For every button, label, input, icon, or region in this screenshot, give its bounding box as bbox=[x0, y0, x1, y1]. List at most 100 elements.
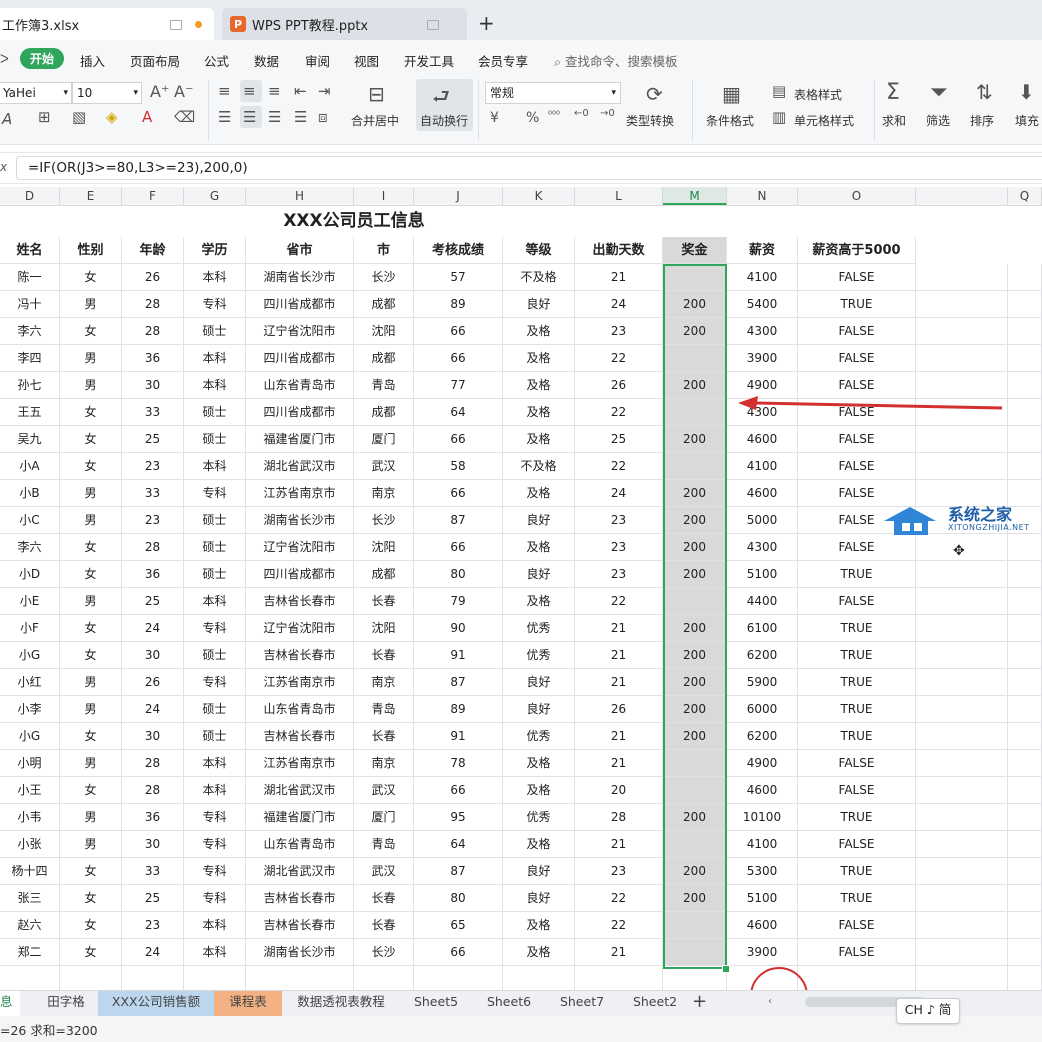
table-cell[interactable]: 男 bbox=[60, 372, 122, 399]
sheet-tab[interactable]: 信息 bbox=[0, 991, 20, 1017]
empty-cell[interactable] bbox=[916, 858, 1008, 885]
table-cell[interactable]: 山东省青岛市 bbox=[246, 696, 354, 723]
table-cell[interactable] bbox=[663, 750, 727, 777]
distribute-icon[interactable]: ⧈ bbox=[318, 108, 328, 126]
empty-cell[interactable] bbox=[1008, 750, 1042, 777]
table-cell[interactable]: 36 bbox=[122, 804, 184, 831]
column-header-col-l[interactable]: L bbox=[575, 187, 663, 205]
table-cell[interactable]: 66 bbox=[414, 480, 503, 507]
table-cell[interactable]: 王五 bbox=[0, 399, 60, 426]
table-cell[interactable]: 男 bbox=[60, 669, 122, 696]
table-style-button[interactable]: 表格样式 bbox=[794, 86, 842, 103]
table-cell[interactable]: 女 bbox=[60, 453, 122, 480]
table-cell[interactable]: 23 bbox=[575, 507, 663, 534]
table-cell[interactable]: 及格 bbox=[503, 750, 575, 777]
table-cell[interactable]: 长春 bbox=[354, 885, 414, 912]
table-cell[interactable]: 33 bbox=[122, 480, 184, 507]
table-cell[interactable]: 25 bbox=[122, 426, 184, 453]
menu-developer[interactable]: 开发工具 bbox=[404, 51, 454, 70]
merge-cells-icon[interactable]: ⊟ bbox=[368, 82, 385, 106]
empty-cell[interactable] bbox=[1008, 696, 1042, 723]
table-cell[interactable]: 4600 bbox=[727, 426, 798, 453]
column-header-col-e[interactable]: E bbox=[60, 187, 122, 205]
table-cell[interactable]: 26 bbox=[575, 696, 663, 723]
align-middle-icon[interactable]: ≡ bbox=[243, 82, 256, 100]
table-cell[interactable]: 91 bbox=[414, 723, 503, 750]
empty-cell[interactable] bbox=[1008, 723, 1042, 750]
table-cell[interactable]: 200 bbox=[663, 426, 727, 453]
table-cell[interactable]: 厦门 bbox=[354, 426, 414, 453]
empty-cell[interactable] bbox=[916, 831, 1008, 858]
increase-decimal-icon[interactable]: ←0 bbox=[574, 108, 589, 119]
table-cell[interactable]: 男 bbox=[60, 588, 122, 615]
table-cell[interactable]: 24 bbox=[122, 615, 184, 642]
table-cell[interactable]: 21 bbox=[575, 642, 663, 669]
table-cell[interactable]: 6100 bbox=[727, 615, 798, 642]
table-cell[interactable]: 28 bbox=[122, 777, 184, 804]
table-cell[interactable]: 25 bbox=[122, 885, 184, 912]
table-cell[interactable]: 5400 bbox=[727, 291, 798, 318]
empty-cell[interactable] bbox=[1008, 912, 1042, 939]
table-cell[interactable]: 6200 bbox=[727, 723, 798, 750]
table-cell[interactable] bbox=[663, 939, 727, 966]
empty-cell[interactable] bbox=[60, 966, 122, 993]
table-cell[interactable]: 良好 bbox=[503, 291, 575, 318]
table-cell[interactable]: 小张 bbox=[0, 831, 60, 858]
menu-review[interactable]: 审阅 bbox=[305, 51, 330, 70]
table-cell[interactable]: 及格 bbox=[503, 777, 575, 804]
table-cell[interactable]: 小G bbox=[0, 723, 60, 750]
table-cell[interactable]: 男 bbox=[60, 696, 122, 723]
table-cell[interactable]: 65 bbox=[414, 912, 503, 939]
table-cell[interactable]: 小王 bbox=[0, 777, 60, 804]
table-cell[interactable]: 吉林省长春市 bbox=[246, 885, 354, 912]
wrap-text-icon[interactable]: ⮐ bbox=[432, 82, 450, 116]
table-cell[interactable]: 4600 bbox=[727, 912, 798, 939]
table-cell[interactable]: 及格 bbox=[503, 480, 575, 507]
table-cell[interactable] bbox=[663, 777, 727, 804]
table-cell[interactable]: TRUE bbox=[798, 885, 916, 912]
menu-member[interactable]: 会员专享 bbox=[478, 51, 528, 70]
table-cell[interactable]: 及格 bbox=[503, 399, 575, 426]
fill-color-icon[interactable]: ◈ bbox=[106, 108, 118, 126]
table-cell[interactable]: 本科 bbox=[184, 264, 246, 291]
header-cell[interactable]: 考核成绩 bbox=[414, 237, 503, 264]
table-cell[interactable]: 优秀 bbox=[503, 804, 575, 831]
table-cell[interactable]: 孙七 bbox=[0, 372, 60, 399]
table-cell[interactable]: 小D bbox=[0, 561, 60, 588]
cell-style-icon[interactable]: ▥ bbox=[772, 108, 786, 126]
menu-view[interactable]: 视图 bbox=[354, 51, 379, 70]
table-cell[interactable]: 28 bbox=[575, 804, 663, 831]
empty-cell[interactable] bbox=[1008, 291, 1042, 318]
table-cell[interactable]: 李六 bbox=[0, 318, 60, 345]
table-cell[interactable]: 硕士 bbox=[184, 696, 246, 723]
table-cell[interactable]: 女 bbox=[60, 939, 122, 966]
header-cell[interactable]: 市 bbox=[354, 237, 414, 264]
table-cell[interactable]: 江苏省南京市 bbox=[246, 750, 354, 777]
table-cell[interactable]: 78 bbox=[414, 750, 503, 777]
table-cell[interactable]: 武汉 bbox=[354, 453, 414, 480]
table-cell[interactable]: 及格 bbox=[503, 588, 575, 615]
empty-cell[interactable] bbox=[916, 939, 1008, 966]
increase-font-icon[interactable]: A⁺ bbox=[150, 82, 169, 101]
sheet-tab[interactable]: Sheet5 bbox=[400, 991, 472, 1017]
empty-cell[interactable] bbox=[414, 966, 503, 993]
table-cell[interactable]: 李六 bbox=[0, 534, 60, 561]
sheet-tab[interactable]: 田字格 bbox=[34, 991, 98, 1017]
menu-formula[interactable]: 公式 bbox=[204, 51, 229, 70]
table-cell[interactable]: 女 bbox=[60, 561, 122, 588]
header-cell[interactable]: 薪资高于5000 bbox=[798, 237, 916, 264]
table-cell[interactable]: 66 bbox=[414, 426, 503, 453]
table-cell[interactable]: 及格 bbox=[503, 372, 575, 399]
table-cell[interactable]: 本科 bbox=[184, 912, 246, 939]
table-cell[interactable] bbox=[663, 264, 727, 291]
table-cell[interactable]: 及格 bbox=[503, 345, 575, 372]
table-cell[interactable]: 及格 bbox=[503, 534, 575, 561]
table-cell[interactable]: 及格 bbox=[503, 831, 575, 858]
table-cell[interactable]: 91 bbox=[414, 642, 503, 669]
column-header-col-n[interactable]: N bbox=[727, 187, 798, 205]
column-header-col-m[interactable]: M bbox=[663, 187, 727, 205]
table-cell[interactable]: 80 bbox=[414, 885, 503, 912]
table-cell[interactable]: 200 bbox=[663, 480, 727, 507]
table-cell[interactable]: 女 bbox=[60, 723, 122, 750]
table-style-icon[interactable]: ▤ bbox=[772, 82, 786, 100]
